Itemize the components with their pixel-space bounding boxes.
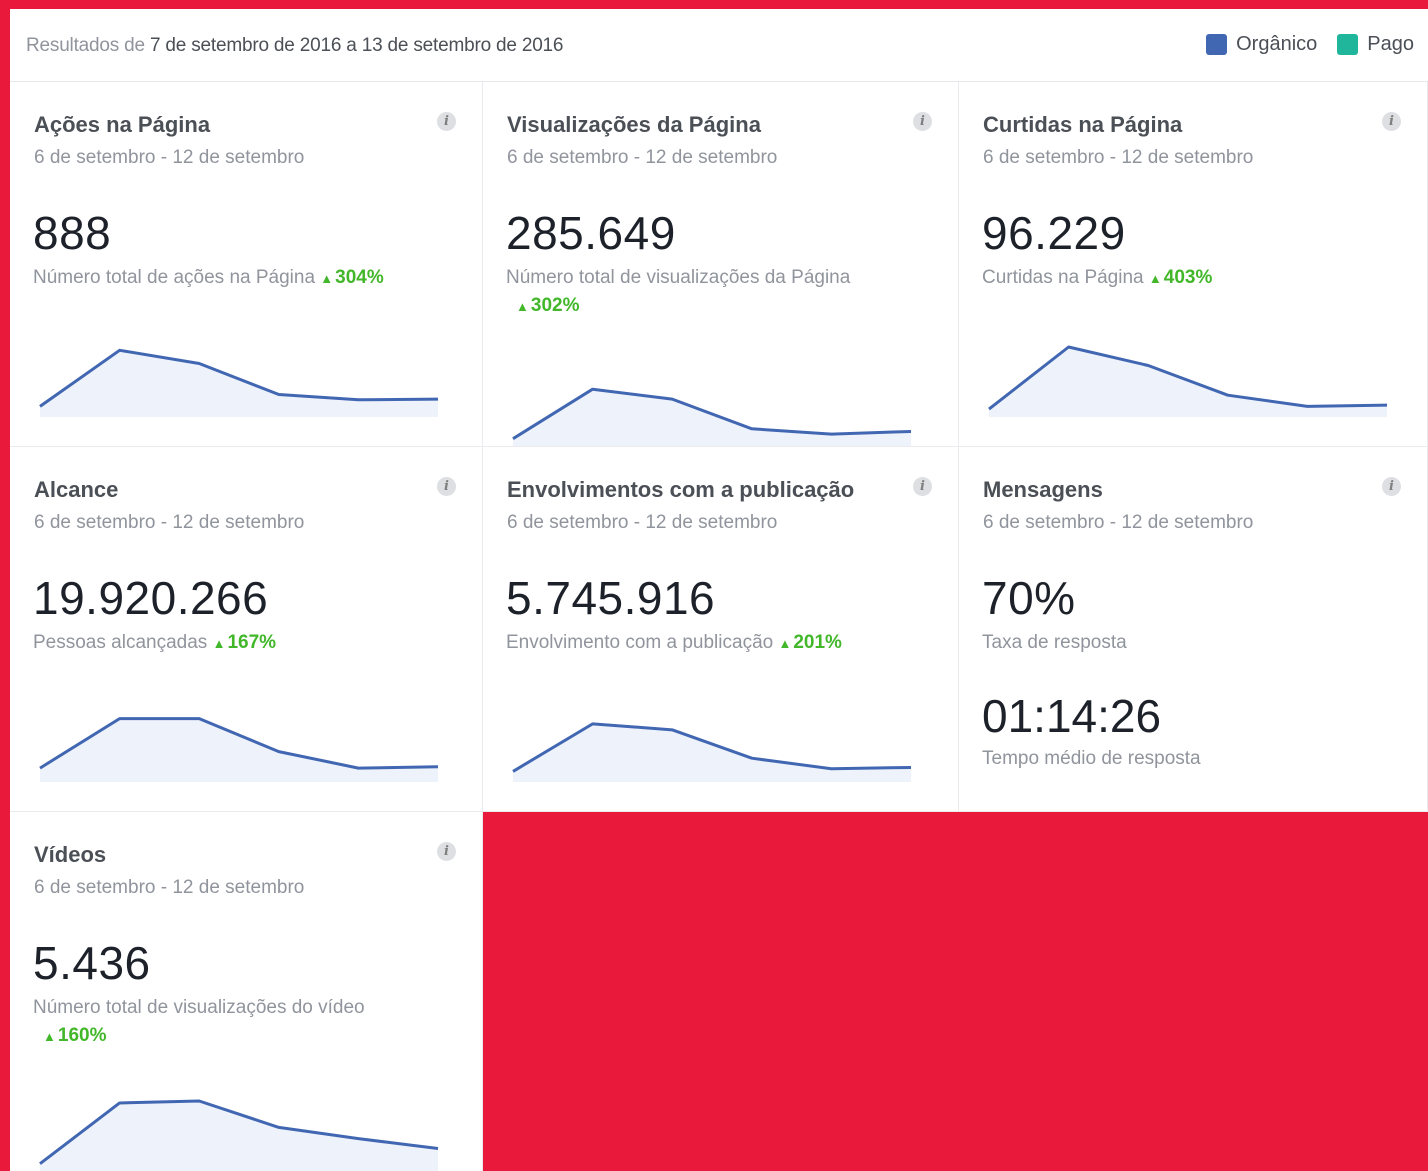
info-icon[interactable]: i — [437, 842, 456, 861]
card-description: Curtidas na Página 403% — [982, 264, 1402, 293]
organic-swatch — [1206, 34, 1228, 55]
legend-organic[interactable]: Orgânico — [1206, 33, 1317, 56]
response-rate-label: Taxa de resposta — [982, 632, 1127, 653]
sparkline-chart — [39, 1099, 439, 1171]
card-title: Envolvimentos com a publicação — [507, 477, 855, 502]
card-period: 6 de setembro - 12 de setembro — [983, 512, 1254, 533]
sparkline-area — [513, 723, 911, 782]
change-badge: 201% — [778, 632, 841, 653]
card-period: 6 de setembro - 12 de setembro — [983, 147, 1254, 168]
legend-paid[interactable]: Pago — [1337, 33, 1414, 56]
legend-organic-label: Orgânico — [1236, 33, 1318, 55]
description-text: Número total de visualizações do vídeo — [33, 997, 365, 1018]
card-description: Número total de visualizações do vídeo 1… — [33, 994, 453, 1051]
card-period: 6 de setembro - 12 de setembro — [34, 512, 305, 533]
description-text: Curtidas na Página — [982, 267, 1144, 288]
card-description: Pessoas alcançadas 167% — [33, 629, 453, 658]
card-value: 285.649 — [506, 207, 676, 259]
response-time-label: Tempo médio de resposta — [982, 748, 1201, 769]
card-post-engagements[interactable]: Envolvimentos com a publicação i 6 de se… — [483, 447, 959, 812]
response-time-value: 01:14:26 — [982, 690, 1162, 742]
info-icon[interactable]: i — [1382, 112, 1401, 131]
change-badge: 167% — [213, 632, 276, 653]
info-icon[interactable]: i — [437, 477, 456, 496]
description-text: Número total de ações na Página — [33, 267, 316, 288]
change-badge: 304% — [320, 267, 383, 288]
card-title: Alcance — [34, 477, 119, 502]
card-description: Envolvimento com a publicação 201% — [506, 629, 926, 658]
sparkline-chart — [988, 345, 1388, 417]
legend: Orgânico Pago — [1194, 33, 1414, 56]
card-value: 5.745.916 — [506, 572, 716, 624]
description-text: Número total de visualizações da Página — [506, 267, 851, 288]
change-badge: 403% — [1149, 267, 1212, 288]
card-description: Número total de ações na Página 304% — [33, 264, 453, 293]
sparkline-chart — [512, 387, 912, 446]
card-title: Curtidas na Página — [983, 112, 1183, 137]
card-messages[interactable]: Mensagens i 6 de setembro - 12 de setemb… — [959, 447, 1428, 812]
card-reach[interactable]: Alcance i 6 de setembro - 12 de setembro… — [10, 447, 483, 812]
card-title: Visualizações da Página — [507, 112, 761, 137]
card-page-actions[interactable]: Ações na Página i 6 de setembro - 12 de … — [10, 82, 483, 447]
card-page-views[interactable]: Visualizações da Página i 6 de setembro … — [483, 82, 959, 447]
card-title: Vídeos — [34, 842, 107, 867]
sparkline-chart — [39, 717, 439, 782]
card-value: 888 — [33, 207, 112, 259]
response-rate-value: 70% — [982, 572, 1076, 624]
sparkline-area — [40, 350, 438, 417]
card-value: 96.229 — [982, 207, 1126, 259]
card-title: Ações na Página — [34, 112, 211, 137]
card-value: 5.436 — [33, 937, 151, 989]
sparkline-area — [513, 389, 911, 446]
card-videos[interactable]: Vídeos i 6 de setembro - 12 de setembro … — [10, 812, 483, 1171]
sparkline-area — [40, 718, 438, 782]
change-badge: 160% — [43, 1025, 106, 1046]
sparkline-area — [40, 1101, 438, 1171]
card-title: Mensagens — [983, 477, 1103, 502]
info-icon[interactable]: i — [913, 112, 932, 131]
change-badge: 302% — [516, 295, 579, 316]
results-header: Resultados de 7 de setembro de 2016 a 13… — [10, 9, 1428, 82]
legend-paid-label: Pago — [1367, 33, 1414, 55]
description-text: Pessoas alcançadas — [33, 632, 208, 653]
card-description: Número total de visualizações da Página … — [506, 264, 926, 321]
info-icon[interactable]: i — [437, 112, 456, 131]
insights-panel: Resultados de 7 de setembro de 2016 a 13… — [10, 9, 1428, 1171]
card-period: 6 de setembro - 12 de setembro — [507, 512, 778, 533]
paid-swatch — [1337, 34, 1359, 55]
card-value: 19.920.266 — [33, 572, 269, 624]
date-range: Resultados de 7 de setembro de 2016 a 13… — [26, 35, 563, 57]
card-period: 6 de setembro - 12 de setembro — [34, 147, 305, 168]
sparkline-chart — [512, 722, 912, 782]
range-dates: 7 de setembro de 2016 a 13 de setembro d… — [149, 35, 564, 56]
card-page-likes[interactable]: Curtidas na Página i 6 de setembro - 12 … — [959, 82, 1428, 447]
description-text: Envolvimento com a publicação — [506, 632, 774, 653]
card-period: 6 de setembro - 12 de setembro — [507, 147, 778, 168]
range-prefix: Resultados de — [26, 35, 145, 56]
info-icon[interactable]: i — [913, 477, 932, 496]
sparkline-chart — [39, 348, 439, 417]
card-period: 6 de setembro - 12 de setembro — [34, 877, 305, 898]
info-icon[interactable]: i — [1382, 477, 1401, 496]
